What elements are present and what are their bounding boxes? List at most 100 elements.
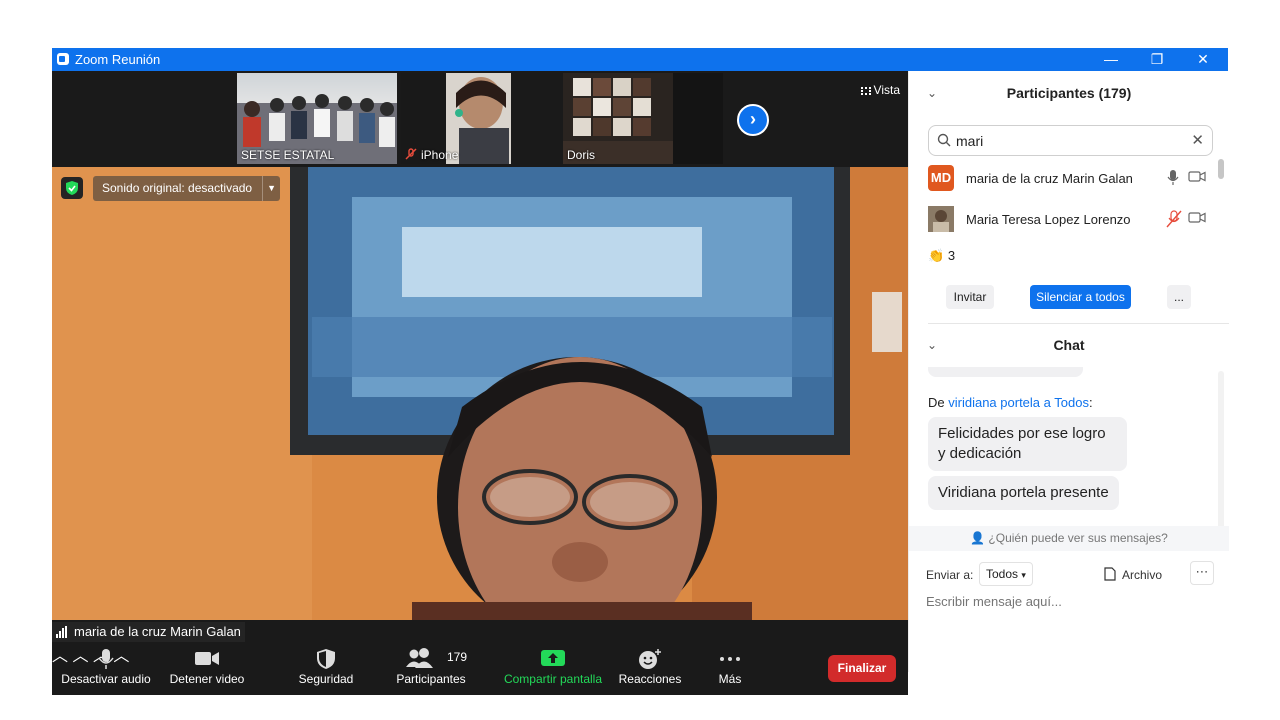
to-word: a: [1043, 395, 1051, 410]
participants-header: ⌄ Participantes (179): [909, 71, 1229, 115]
grid-icon: [860, 86, 871, 95]
original-sound-button[interactable]: Sonido original: desactivado ▼: [93, 176, 281, 201]
minimize-button[interactable]: —: [1088, 48, 1134, 71]
chat-messages: De viridiana portela a Todos: Felicidade…: [909, 367, 1229, 524]
recipient-name: Todos: [1054, 395, 1089, 410]
chevron-down-icon[interactable]: ⌄: [927, 71, 937, 115]
chat-message: Viridiana portela presente: [928, 476, 1119, 510]
avatar: MD: [928, 165, 954, 191]
file-button[interactable]: Archivo: [1104, 567, 1162, 582]
zoom-app-icon: [57, 53, 69, 65]
file-icon: [1104, 567, 1116, 581]
ellipsis-icon: [720, 657, 740, 661]
more-label: Más: [718, 672, 742, 686]
security-shield-icon[interactable]: [61, 177, 83, 199]
window-title: Zoom Reunión: [75, 52, 161, 67]
thumbnail-label: SETSE ESTATAL: [241, 148, 335, 162]
participant-name: Maria Teresa Lopez Lorenzo: [966, 212, 1131, 227]
reactions-button[interactable]: Reacciones: [616, 642, 684, 695]
share-label: Compartir pantalla: [503, 672, 603, 686]
share-screen-icon: [541, 650, 565, 666]
thumbnail-strip: SETSE ESTATAL iPhone Doris › Vista: [52, 71, 908, 166]
microphone-icon: [98, 649, 114, 669]
reactions-label: Reacciones: [618, 672, 682, 686]
participants-count: 179: [447, 650, 468, 664]
from-prefix: De: [928, 395, 945, 410]
signal-strength-icon: [56, 618, 68, 638]
view-button[interactable]: Vista: [860, 83, 900, 97]
share-screen-button[interactable]: Compartir pantalla: [502, 642, 604, 695]
chat-message-input[interactable]: [926, 591, 1216, 611]
participants-label: Participantes: [396, 672, 466, 686]
microphone-icon[interactable]: [1167, 169, 1179, 187]
clap-count: 3: [947, 248, 956, 263]
chat-scrollbar-track[interactable]: [1218, 371, 1224, 539]
who-can-see-label: ¿Quién puede ver sus mensajes?: [988, 531, 1168, 545]
participant-name: maria de la cruz Marin Galan: [966, 171, 1133, 186]
search-icon: [937, 133, 951, 147]
chevron-down-icon: ▾: [1021, 570, 1026, 580]
avatar: [928, 206, 954, 232]
video-camera-icon[interactable]: [1188, 169, 1206, 183]
person-lock-icon: 👤: [970, 531, 986, 545]
zoom-window: Zoom Reunión — ❐ ✕ SETSE ESTATAL iPhone …: [52, 48, 1229, 695]
close-button[interactable]: ✕: [1180, 48, 1226, 71]
more-options-button[interactable]: ...: [1167, 285, 1191, 309]
invite-button[interactable]: Invitar: [946, 285, 994, 309]
view-button-label: Vista: [873, 83, 900, 97]
meeting-toolbar: Desactivar audio ︿ Detener video ︿ Segur…: [52, 642, 908, 695]
main-speaker-video: Sonido original: desactivado ▼: [52, 167, 908, 620]
stop-video-button[interactable]: Detener video: [164, 642, 250, 695]
muted-mic-icon: [405, 148, 417, 160]
chat-header: ⌄ Chat: [909, 323, 1229, 367]
clap-reaction-count: 👏 3: [928, 248, 955, 264]
more-button[interactable]: Más: [704, 642, 756, 695]
end-meeting-button[interactable]: Finalizar: [828, 655, 896, 682]
chat-more-button[interactable]: ⋯: [1190, 561, 1214, 585]
chevron-down-icon[interactable]: ▼: [262, 176, 280, 201]
send-to-value: Todos: [986, 567, 1019, 581]
thumbnail-label: Doris: [567, 148, 596, 162]
next-thumbnails-button[interactable]: ›: [737, 104, 769, 136]
muted-mic-icon[interactable]: [1166, 210, 1182, 228]
sender-name[interactable]: viridiana portela: [948, 395, 1040, 410]
participant-row[interactable]: Maria Teresa Lopez Lorenzo: [928, 202, 1213, 238]
restore-button[interactable]: ❐: [1134, 48, 1180, 71]
meeting-area: SETSE ESTATAL iPhone Doris › Vista Sonid…: [52, 71, 908, 695]
participants-scrollbar[interactable]: [1218, 159, 1224, 179]
participant-row[interactable]: MD maria de la cruz Marin Galan: [928, 161, 1213, 197]
thumbnail-label: iPhone: [421, 148, 459, 162]
participant-search[interactable]: ✕: [928, 125, 1213, 156]
thumbnail-setse[interactable]: SETSE ESTATAL: [237, 73, 397, 164]
audio-label: Desactivar audio: [61, 672, 151, 686]
thumbnail-doris[interactable]: Doris: [563, 73, 723, 164]
speaker-name-tag: maria de la cruz Marin Galan: [52, 622, 245, 642]
send-to-label: Enviar a:: [926, 568, 974, 582]
video-camera-icon[interactable]: [1188, 210, 1206, 224]
clapping-hands-icon: 👏: [928, 248, 945, 263]
chat-title: Chat: [1053, 337, 1085, 353]
participants-title: Participantes (179): [1006, 85, 1132, 101]
mute-all-button[interactable]: Silenciar a todos: [1030, 285, 1131, 309]
video-label: Detener video: [169, 672, 245, 686]
video-camera-icon: [195, 652, 219, 665]
send-to-select[interactable]: Todos ▾: [979, 562, 1033, 586]
side-panel: ⌄ Participantes (179) ✕ MD maria de la c…: [908, 71, 1229, 672]
who-can-see-messages[interactable]: 👤 ¿Quién puede ver sus mensajes?: [909, 526, 1229, 551]
security-button[interactable]: Seguridad: [292, 642, 360, 695]
avatar-photo: [928, 206, 954, 232]
chevron-down-icon[interactable]: ⌄: [927, 323, 937, 367]
speaker-video-frame: [52, 167, 908, 620]
mute-audio-button[interactable]: Desactivar audio: [60, 642, 152, 695]
security-shield-icon: [317, 649, 335, 669]
title-bar: Zoom Reunión — ❐ ✕: [52, 48, 1228, 71]
security-label: Seguridad: [298, 672, 354, 686]
file-label: Archivo: [1122, 568, 1163, 582]
original-sound-label: Sonido original: desactivado: [102, 181, 253, 195]
chat-message: Felicidades por ese logro y dedicación: [928, 417, 1127, 471]
search-input[interactable]: [956, 131, 1186, 151]
speaker-name: maria de la cruz Marin Galan: [74, 624, 241, 639]
smiley-plus-icon: [639, 649, 661, 669]
clear-search-icon[interactable]: ✕: [1191, 131, 1204, 149]
thumbnail-iphone[interactable]: iPhone: [401, 73, 511, 164]
